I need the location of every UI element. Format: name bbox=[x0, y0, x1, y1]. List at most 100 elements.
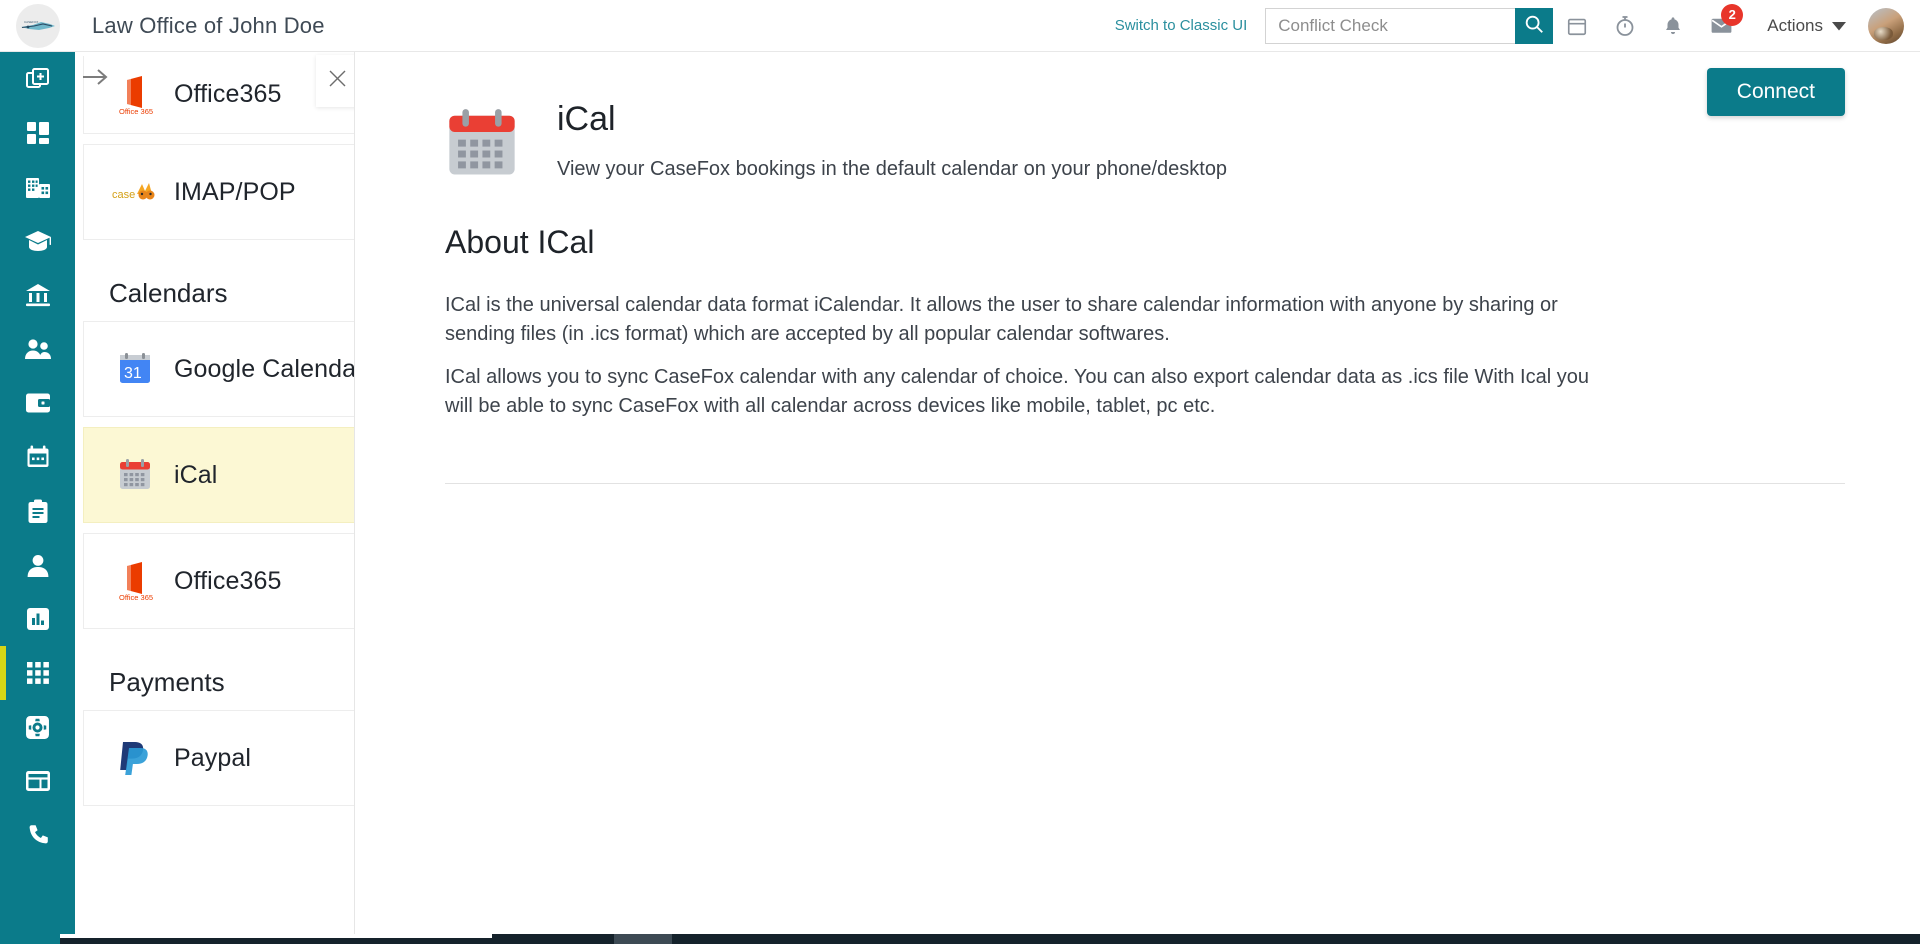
graduation-cap-icon bbox=[24, 230, 52, 252]
list-item-label: Paypal bbox=[174, 743, 252, 772]
about-section: About ICal ICal is the universal calenda… bbox=[433, 186, 1920, 421]
integration-detail-panel: iCal View your CaseFox bookings in the d… bbox=[355, 52, 1920, 944]
notifications-button[interactable] bbox=[1649, 4, 1697, 48]
list-item[interactable]: Paypal bbox=[83, 710, 354, 806]
sidebar-item-new-item[interactable] bbox=[0, 52, 75, 106]
search-icon bbox=[1523, 13, 1545, 38]
ical-logo bbox=[445, 102, 523, 186]
bar-chart-icon bbox=[26, 607, 50, 631]
office365-logo: Office 365 bbox=[112, 74, 158, 116]
sidebar-item-dashboard[interactable] bbox=[0, 106, 75, 160]
google-calendar-logo: 31 bbox=[112, 352, 158, 386]
svg-text:Office 365: Office 365 bbox=[119, 107, 153, 116]
sidebar-item-accounts[interactable] bbox=[0, 268, 75, 322]
about-paragraph: ICal is the universal calendar data form… bbox=[445, 294, 1558, 345]
chevron-down-icon bbox=[1832, 16, 1846, 36]
os-taskbar-segment bbox=[60, 934, 492, 938]
sidebar-item-contacts[interactable] bbox=[0, 322, 75, 376]
bell-icon bbox=[1662, 15, 1684, 37]
add-document-icon bbox=[25, 66, 51, 92]
casefox-logo[interactable]: CASEFOX bbox=[15, 3, 60, 48]
drawer-scroll-area[interactable]: Office 365 Office365 case IMAP/POP Calen… bbox=[75, 56, 354, 944]
layout-icon bbox=[25, 770, 51, 792]
search-button[interactable] bbox=[1515, 7, 1554, 44]
actions-label: Actions bbox=[1767, 15, 1823, 35]
clipboard-icon bbox=[27, 499, 49, 524]
building-icon bbox=[25, 175, 51, 199]
list-item[interactable]: 31 Google Calendar bbox=[83, 321, 354, 417]
sidebar-item-calendar[interactable] bbox=[0, 430, 75, 484]
arrow-right-icon[interactable] bbox=[80, 62, 110, 92]
group-title-payments: Payments bbox=[109, 667, 225, 697]
timer-button[interactable] bbox=[1601, 4, 1649, 48]
calendar-icon bbox=[1566, 15, 1588, 37]
list-item[interactable]: Office 365 Office365 bbox=[83, 56, 354, 134]
phone-icon bbox=[26, 823, 50, 847]
detail-header: iCal View your CaseFox bookings in the d… bbox=[355, 52, 1920, 186]
list-item-label: Google Calendar bbox=[174, 354, 354, 383]
header-actions-group: Switch to Classic UI Conflict Check 2 Ac… bbox=[1115, 3, 1920, 48]
page-title: Law Office of John Doe bbox=[92, 12, 325, 38]
integrations-drawer: Office 365 Office365 case IMAP/POP Calen… bbox=[75, 52, 355, 944]
svg-text:CASEFOX: CASEFOX bbox=[24, 20, 38, 24]
bank-icon bbox=[25, 283, 51, 307]
svg-text:case: case bbox=[112, 189, 135, 201]
left-nav-rail bbox=[0, 52, 75, 944]
paypal-logo bbox=[112, 740, 158, 776]
sidebar-item-templates[interactable] bbox=[0, 754, 75, 808]
calendar-icon bbox=[26, 445, 50, 469]
svg-text:Office 365: Office 365 bbox=[119, 593, 153, 602]
list-item[interactable]: iCal bbox=[83, 427, 354, 523]
brand-logo-container[interactable]: CASEFOX bbox=[0, 0, 75, 52]
calendar-button[interactable] bbox=[1553, 4, 1601, 48]
sidebar-item-settings[interactable] bbox=[0, 700, 75, 754]
apps-grid-icon bbox=[26, 661, 50, 685]
sidebar-item-companies[interactable] bbox=[0, 160, 75, 214]
sidebar-item-integrations[interactable] bbox=[0, 646, 75, 700]
search-box bbox=[1265, 7, 1554, 44]
person-icon bbox=[27, 554, 49, 577]
close-drawer-button[interactable] bbox=[316, 55, 354, 107]
list-item-label: IMAP/POP bbox=[174, 177, 296, 206]
list-item-label: Office365 bbox=[174, 80, 282, 108]
search-input[interactable] bbox=[1265, 7, 1516, 44]
top-header-bar: CASEFOX Law Office of John Doe Switch to… bbox=[0, 0, 1920, 52]
dashboard-grid-icon bbox=[26, 121, 50, 145]
group-title-calendars: Calendars bbox=[109, 278, 228, 308]
about-heading: About ICal bbox=[445, 224, 595, 260]
actions-dropdown[interactable]: Actions bbox=[1767, 16, 1846, 36]
integration-title: iCal bbox=[557, 100, 616, 138]
os-taskbar-segment bbox=[614, 934, 672, 944]
integration-subtitle: View your CaseFox bookings in the defaul… bbox=[557, 157, 1228, 180]
sidebar-item-matters[interactable] bbox=[0, 214, 75, 268]
switch-to-classic-ui-link[interactable]: Switch to Classic UI bbox=[1115, 17, 1248, 34]
notifications-group: 2 bbox=[1649, 3, 1745, 48]
sidebar-item-calls[interactable] bbox=[0, 808, 75, 862]
notification-badge: 2 bbox=[1721, 3, 1744, 26]
sidebar-item-billing[interactable] bbox=[0, 376, 75, 430]
about-container: About ICal ICal is the universal calenda… bbox=[355, 186, 1920, 484]
list-item-label: iCal bbox=[174, 460, 218, 489]
office365-logo: Office 365 bbox=[112, 560, 158, 602]
people-icon bbox=[24, 338, 52, 360]
detail-text-block: iCal View your CaseFox bookings in the d… bbox=[557, 100, 1228, 182]
timer-icon bbox=[1613, 14, 1637, 38]
os-taskbar-segment bbox=[0, 934, 60, 944]
sidebar-item-tasks[interactable] bbox=[0, 484, 75, 538]
gear-icon bbox=[25, 715, 50, 740]
list-item[interactable]: case IMAP/POP bbox=[83, 144, 354, 240]
sidebar-item-reports[interactable] bbox=[0, 592, 75, 646]
sidebar-item-clients[interactable] bbox=[0, 538, 75, 592]
ical-logo bbox=[112, 458, 158, 492]
os-taskbar bbox=[0, 934, 1920, 944]
section-divider bbox=[445, 483, 1845, 484]
svg-text:31: 31 bbox=[124, 365, 142, 382]
connect-button[interactable]: Connect bbox=[1706, 68, 1845, 116]
close-icon bbox=[328, 69, 347, 93]
about-paragraph: ICal allows you to sync CaseFox calendar… bbox=[445, 366, 1589, 417]
wallet-icon bbox=[25, 392, 51, 414]
avatar[interactable] bbox=[1868, 7, 1904, 44]
list-item[interactable]: Office 365 Office365 bbox=[83, 533, 354, 629]
casefox-fox-logo: case bbox=[112, 180, 158, 204]
list-item-label: Office365 bbox=[174, 566, 282, 595]
